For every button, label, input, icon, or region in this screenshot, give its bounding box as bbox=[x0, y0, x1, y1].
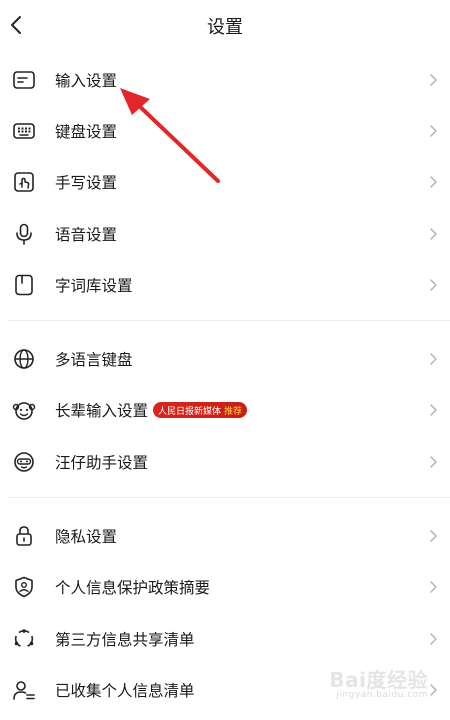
chevron-right-icon bbox=[430, 404, 437, 417]
chevron-right-icon bbox=[430, 632, 437, 645]
settings-item-voice[interactable]: 语音设置 bbox=[0, 208, 450, 259]
chevron-right-icon bbox=[430, 530, 437, 542]
chevron-right-icon bbox=[430, 581, 437, 594]
elder-face-icon bbox=[12, 398, 36, 422]
settings-item-label: 汪仔助手设置 bbox=[55, 453, 149, 472]
lock-icon bbox=[12, 524, 36, 548]
settings-list: 输入设置 键盘设置 手写设置 语音设置 字词库设置 多语言键盘 长辈输入设置 人… bbox=[0, 54, 450, 716]
settings-item-label: 已收集个人信息清单 bbox=[55, 681, 195, 700]
settings-item-label: 个人信息保护政策摘要 bbox=[55, 579, 211, 598]
badge-source: 人民日报新媒体 bbox=[158, 406, 222, 417]
settings-item-label: 字词库设置 bbox=[55, 276, 133, 295]
settings-item-label: 键盘设置 bbox=[55, 122, 118, 141]
settings-item-lexicon[interactable]: 字词库设置 bbox=[0, 259, 450, 310]
globe-icon bbox=[12, 347, 36, 371]
settings-item-label: 长辈输入设置 人民日报新媒体 推荐 bbox=[55, 399, 248, 421]
handwriting-icon bbox=[12, 170, 36, 194]
chevron-right-icon bbox=[430, 176, 437, 188]
settings-item-label: 语音设置 bbox=[55, 225, 118, 244]
chevron-right-icon bbox=[430, 684, 437, 696]
settings-item-multilang[interactable]: 多语言键盘 bbox=[0, 333, 450, 384]
chevron-right-icon bbox=[430, 455, 437, 468]
settings-item-label: 第三方信息共享清单 bbox=[55, 630, 195, 649]
keyboard-icon bbox=[12, 119, 36, 143]
header: 设置 bbox=[0, 0, 450, 50]
user-list-icon bbox=[12, 678, 36, 702]
share-circle-icon bbox=[12, 627, 36, 651]
section-divider bbox=[8, 497, 450, 499]
settings-item-input[interactable]: 输入设置 bbox=[0, 54, 450, 105]
watermark-url: jingyan.baidu.com bbox=[336, 690, 428, 700]
settings-item-elder[interactable]: 长辈输入设置 人民日报新媒体 推荐 bbox=[0, 385, 450, 436]
section-divider bbox=[8, 320, 450, 322]
settings-item-policy[interactable]: 个人信息保护政策摘要 bbox=[0, 562, 450, 613]
book-icon bbox=[12, 273, 36, 297]
input-box-icon bbox=[12, 68, 36, 92]
dog-mascot-icon bbox=[12, 450, 36, 474]
settings-item-label: 隐私设置 bbox=[55, 528, 118, 547]
settings-item-label-text: 长辈输入设置 bbox=[55, 402, 149, 421]
chevron-right-icon bbox=[430, 125, 437, 137]
settings-item-label: 多语言键盘 bbox=[55, 351, 133, 370]
settings-item-assistant[interactable]: 汪仔助手设置 bbox=[0, 436, 450, 487]
chevron-right-icon bbox=[430, 279, 437, 291]
chevron-right-icon bbox=[430, 227, 437, 240]
recommend-badge: 人民日报新媒体 推荐 bbox=[153, 402, 248, 419]
settings-item-privacy[interactable]: 隐私设置 bbox=[0, 510, 450, 561]
settings-item-label: 手写设置 bbox=[55, 174, 118, 193]
chevron-right-icon bbox=[430, 73, 437, 86]
settings-item-thirdparty[interactable]: 第三方信息共享清单 bbox=[0, 613, 450, 664]
microphone-icon bbox=[12, 222, 36, 246]
watermark-logo: Bai度经验 bbox=[329, 668, 428, 692]
badge-tag: 推荐 bbox=[224, 406, 243, 417]
settings-item-handwriting[interactable]: 手写设置 bbox=[0, 157, 450, 208]
chevron-right-icon bbox=[430, 353, 437, 365]
page-title: 设置 bbox=[207, 17, 243, 38]
settings-item-keyboard[interactable]: 键盘设置 bbox=[0, 105, 450, 156]
shield-user-icon bbox=[12, 575, 36, 599]
settings-item-label: 输入设置 bbox=[55, 71, 118, 90]
